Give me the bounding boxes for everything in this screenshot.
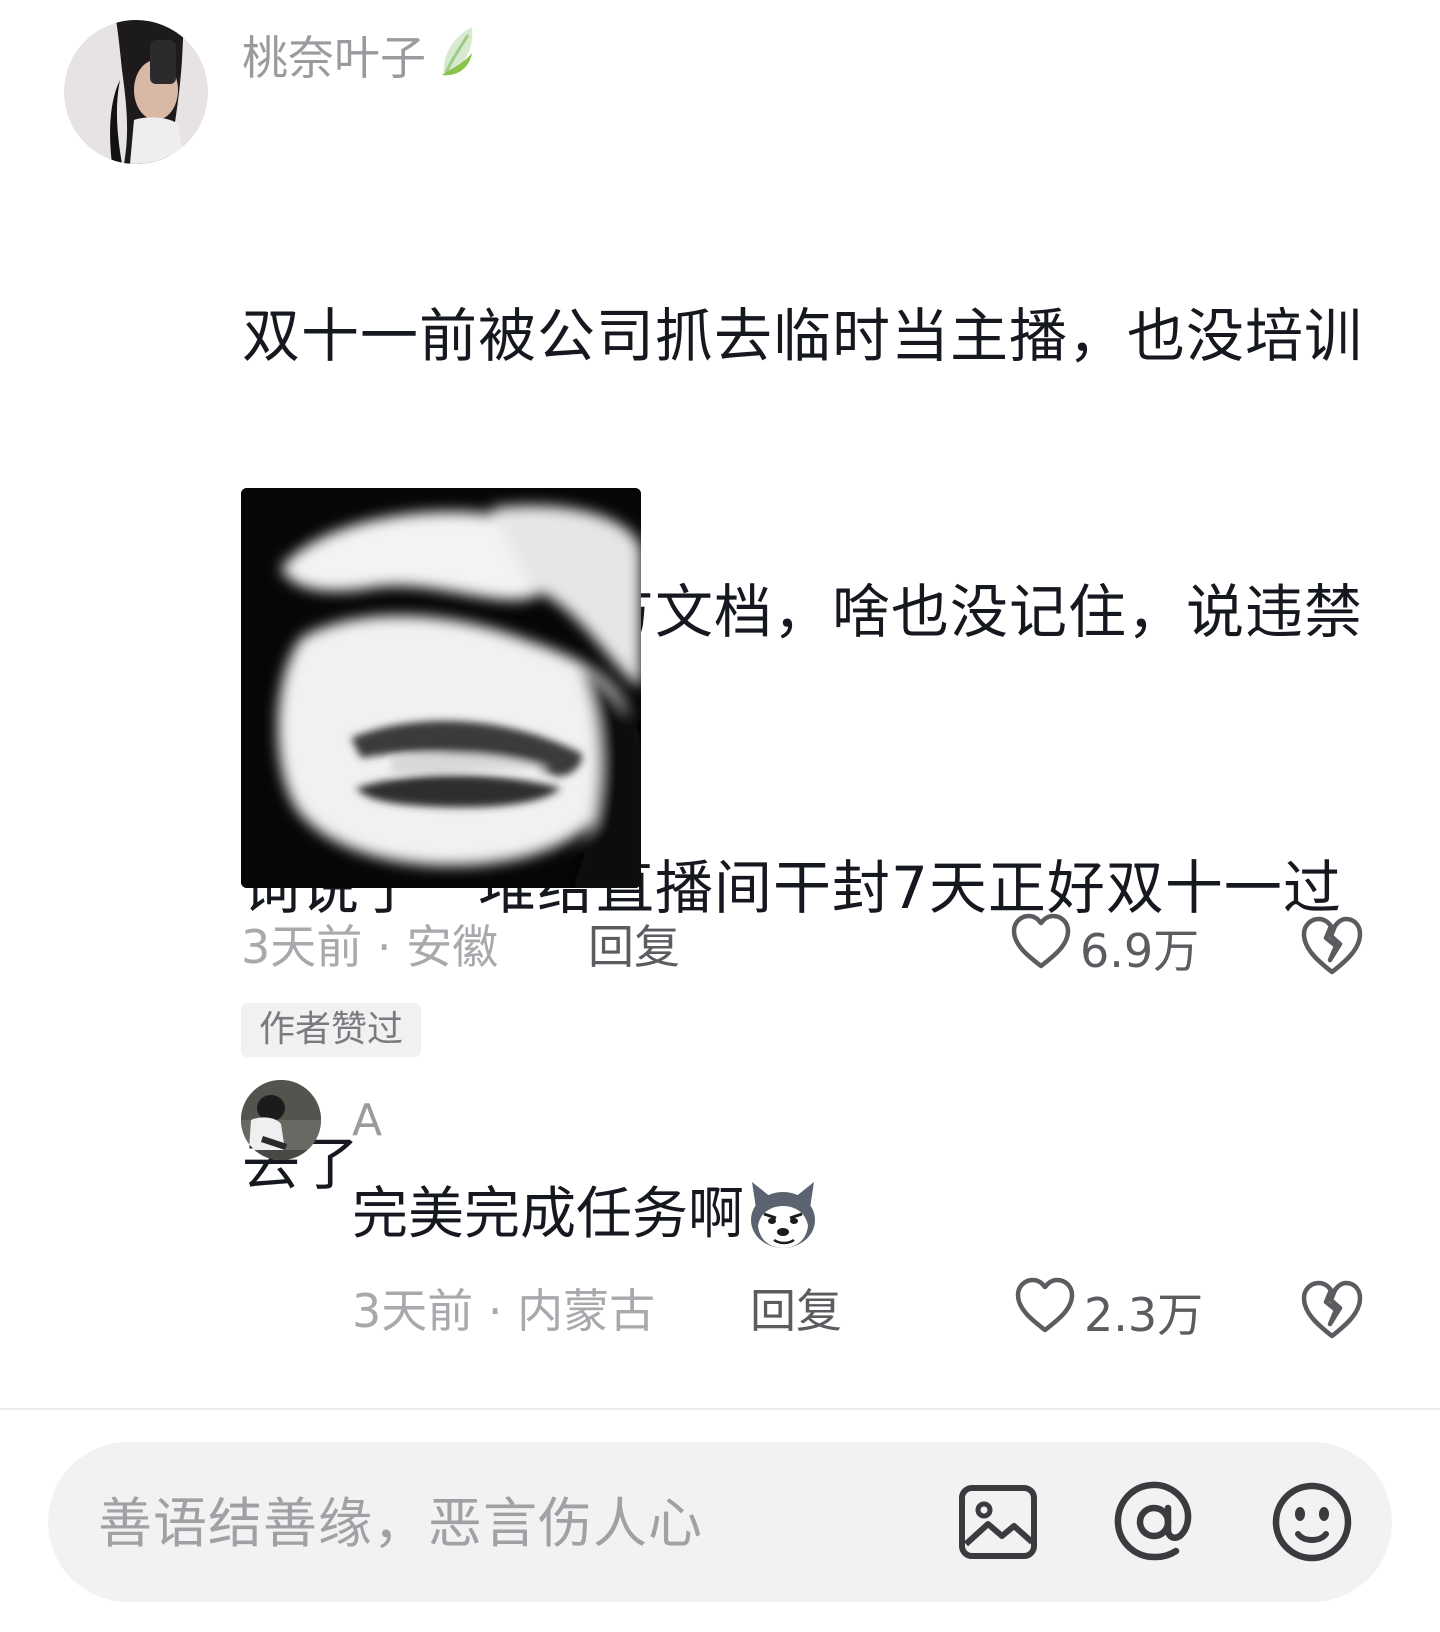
divider <box>0 1408 1440 1410</box>
broken-heart-icon <box>1300 1280 1364 1346</box>
dislike-button[interactable] <box>1300 914 1364 978</box>
heart-icon <box>1010 912 1072 989</box>
like-button[interactable]: 2.3万 <box>1014 1276 1203 1353</box>
reply-button[interactable]: 回复 <box>588 912 680 982</box>
at-icon[interactable] <box>1110 1478 1198 1566</box>
broken-heart-icon <box>1300 916 1364 982</box>
like-button[interactable]: 6.9万 <box>1010 912 1199 989</box>
meme-face-sticker <box>241 488 641 888</box>
emoji-icon[interactable] <box>1268 1478 1356 1566</box>
reply-avatar-photo <box>241 1080 321 1160</box>
username[interactable]: 桃奈叶子 <box>242 27 476 88</box>
reply-username[interactable]: A <box>352 1090 382 1152</box>
author-liked-badge: 作者赞过 <box>241 1003 422 1057</box>
like-count: 2.3万 <box>1084 1287 1204 1342</box>
dislike-button[interactable] <box>1300 1278 1364 1342</box>
image-icon[interactable] <box>954 1478 1042 1566</box>
avatar-photo <box>64 20 208 164</box>
husky-dog-emoji <box>746 1178 820 1252</box>
comment-input-placeholder[interactable]: 善语结善缘，恶言伤人心 <box>98 1482 703 1566</box>
sticker-image[interactable] <box>241 488 641 888</box>
leaf-icon <box>436 23 476 93</box>
avatar[interactable] <box>64 20 208 164</box>
like-count: 6.9万 <box>1080 923 1200 978</box>
username-text[interactable]: 桃奈叶子 <box>242 28 426 88</box>
reply-avatar[interactable] <box>241 1080 321 1160</box>
comment-line: 双十一前被公司抓去临时当主播，也没培训 <box>242 302 1364 370</box>
reply-text: 完美完成任务啊 <box>352 1182 744 1247</box>
reply-comment-text: 完美完成任务啊 <box>352 1172 820 1258</box>
reply-button[interactable]: 回复 <box>750 1276 842 1346</box>
reply-time-location: 3天前 · 内蒙古 <box>352 1284 656 1338</box>
heart-icon <box>1014 1276 1076 1353</box>
comment-time-location: 3天前 · 安徽 <box>241 920 499 974</box>
